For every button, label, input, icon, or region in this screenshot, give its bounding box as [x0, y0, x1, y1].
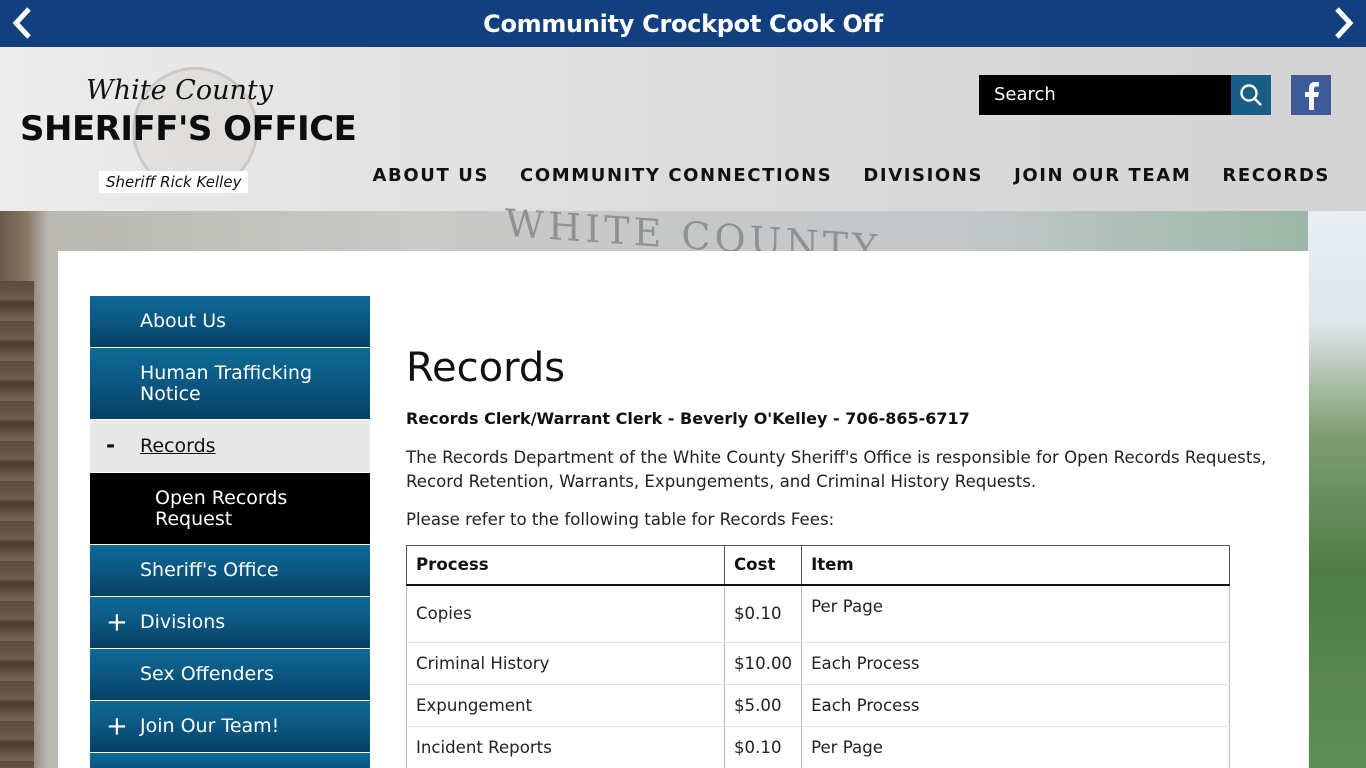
- records-clerk-contact: Records Clerk/Warrant Clerk - Beverly O'…: [406, 409, 970, 428]
- table-row: Copies $0.10 Per Page: [406, 585, 1230, 643]
- site-logo[interactable]: White County SHERIFF'S OFFICE Sheriff Ri…: [20, 65, 357, 200]
- sidebar-item-sex-offenders[interactable]: Sex Offenders: [90, 649, 370, 701]
- logo-sheriff-name: Sheriff Rick Kelley: [99, 171, 249, 193]
- search-input[interactable]: Search: [979, 75, 1231, 115]
- hero-landscape: [1308, 211, 1366, 768]
- logo-county: White County: [86, 75, 273, 106]
- sidebar-item-label: Sheriff's Office: [140, 559, 279, 581]
- main-content: Records Records Clerk/Warrant Clerk - Be…: [406, 346, 1286, 529]
- page-title: Records: [406, 345, 566, 391]
- fees-intro: Please refer to the following table for …: [406, 510, 835, 529]
- sidebar-item-label: Open Records Request: [155, 486, 288, 530]
- chevron-left-icon: [12, 7, 31, 39]
- sidebar-item-open-records-request[interactable]: Open Records Request: [90, 473, 370, 545]
- header-process: Process: [406, 545, 725, 586]
- facebook-icon: [1305, 82, 1319, 110]
- sidebar-item-human-trafficking[interactable]: Human Trafficking Notice: [90, 348, 370, 420]
- nav-divisions[interactable]: DIVISIONS: [863, 165, 983, 186]
- nav-records[interactable]: RECORDS: [1222, 165, 1330, 186]
- header-item: Item: [801, 545, 1230, 586]
- sidebar-item-about-us[interactable]: About Us: [90, 296, 370, 348]
- nav-community-connections[interactable]: COMMUNITY CONNECTIONS: [520, 165, 832, 186]
- sidebar-nav: About Us Human Trafficking Notice - Reco…: [90, 296, 370, 768]
- sidebar-item-more[interactable]: [90, 753, 370, 768]
- site-header: White County SHERIFF'S OFFICE Sheriff Ri…: [0, 47, 1366, 211]
- banner-prev-button[interactable]: [6, 6, 40, 40]
- table-row: Criminal History $10.00 Each Process: [406, 642, 1230, 685]
- collapse-icon[interactable]: -: [106, 435, 115, 457]
- cell-item: Per Page: [801, 726, 1230, 768]
- stone-wall: [0, 281, 34, 768]
- nav-join-our-team[interactable]: JOIN OUR TEAM: [1014, 165, 1191, 186]
- expand-icon[interactable]: +: [106, 713, 128, 739]
- sidebar-item-records[interactable]: - Records: [90, 420, 370, 473]
- table-row: Expungement $5.00 Each Process: [406, 684, 1230, 727]
- table-header-row: Process Cost Item: [406, 545, 1230, 586]
- records-fees-table: Process Cost Item Copies $0.10 Per Page …: [406, 545, 1230, 768]
- cell-process: Copies: [406, 585, 725, 643]
- cell-process: Criminal History: [406, 642, 725, 685]
- records-description: The Records Department of the White Coun…: [406, 448, 1267, 491]
- nav-about-us[interactable]: ABOUT US: [373, 165, 490, 186]
- logo-office: SHERIFF'S OFFICE: [20, 109, 357, 149]
- sidebar-item-label: Sex Offenders: [140, 663, 274, 685]
- main-nav: ABOUT US COMMUNITY CONNECTIONS DIVISIONS…: [373, 165, 1330, 186]
- sidebar-item-sheriffs-office[interactable]: Sheriff's Office: [90, 545, 370, 597]
- sidebar-item-label: Records: [140, 434, 216, 457]
- announcement-banner: Community Crockpot Cook Off: [0, 0, 1366, 47]
- cell-process: Expungement: [406, 684, 725, 727]
- chevron-right-icon: [1335, 7, 1354, 39]
- sidebar-item-label: Divisions: [140, 611, 226, 633]
- facebook-button[interactable]: [1291, 75, 1331, 115]
- sidebar-item-join-our-team[interactable]: + Join Our Team!: [90, 701, 370, 753]
- header-cost: Cost: [723, 545, 803, 586]
- expand-icon[interactable]: +: [106, 609, 128, 635]
- banner-title[interactable]: Community Crockpot Cook Off: [483, 10, 883, 38]
- banner-next-button[interactable]: [1326, 6, 1360, 40]
- cell-cost: $0.10: [723, 585, 803, 643]
- table-row: Incident Reports $0.10 Per Page: [406, 726, 1230, 768]
- search-button[interactable]: [1231, 75, 1271, 115]
- cell-cost: $10.00: [723, 642, 803, 685]
- sidebar-item-label: About Us: [140, 310, 227, 332]
- cell-item: Per Page: [801, 585, 1230, 643]
- search-icon: [1240, 84, 1262, 106]
- sidebar-item-label: Human Trafficking Notice: [140, 361, 313, 405]
- cell-item: Each Process: [801, 684, 1230, 727]
- sidebar-item-label: Join Our Team!: [140, 715, 280, 737]
- cell-cost: $5.00: [723, 684, 803, 727]
- cell-item: Each Process: [801, 642, 1230, 685]
- sidebar-item-divisions[interactable]: + Divisions: [90, 597, 370, 649]
- cell-process: Incident Reports: [406, 726, 725, 768]
- cell-cost: $0.10: [723, 726, 803, 768]
